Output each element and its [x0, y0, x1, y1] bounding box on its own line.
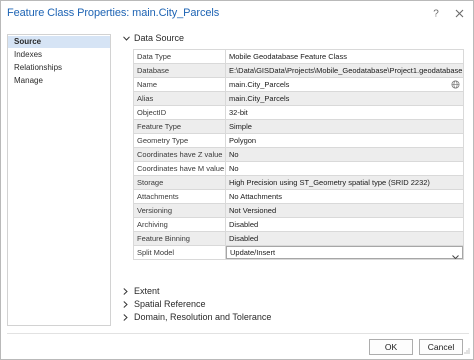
property-key: Feature Type: [134, 120, 226, 133]
extent-section[interactable]: Extent: [123, 285, 160, 297]
chevron-right-icon: [123, 287, 132, 295]
sidebar-nav: Source Indexes Relationships Manage: [7, 34, 111, 326]
property-key: ObjectID: [134, 106, 226, 119]
sidebar-item-relationships[interactable]: Relationships: [8, 62, 110, 74]
property-key: Data Type: [134, 50, 226, 63]
property-value: High Precision using ST_Geometry spatial…: [226, 176, 464, 189]
chevron-right-icon: [123, 313, 132, 321]
chevron-down-icon: [123, 35, 132, 41]
property-value: Mobile Geodatabase Feature Class: [226, 50, 464, 63]
property-key: Coordinates have Z value: [134, 148, 226, 161]
properties-panel: Data Source Data Type Mobile Geodatabase…: [119, 29, 469, 329]
property-value: No: [226, 148, 464, 161]
resize-grip-icon[interactable]: [464, 347, 470, 356]
table-row: Split Model Update/Insert: [134, 246, 464, 260]
property-value: 32-bit: [226, 106, 464, 119]
sidebar-item-manage[interactable]: Manage: [8, 75, 110, 87]
window-title: Feature Class Properties: main.City_Parc…: [7, 7, 220, 19]
section-title: Data Source: [134, 33, 185, 43]
table-row: Alias main.City_Parcels: [134, 92, 464, 106]
property-value: Disabled: [226, 218, 464, 231]
property-value: Simple: [226, 120, 464, 133]
property-key: Feature Binning: [134, 232, 226, 245]
data-source-header[interactable]: Data Source: [123, 32, 184, 44]
split-model-value: Update/Insert: [230, 248, 276, 257]
table-row: Geometry Type Polygon: [134, 134, 464, 148]
sidebar-item-source[interactable]: Source: [8, 36, 110, 48]
footer-divider: [7, 333, 469, 334]
property-value: Disabled: [226, 232, 464, 245]
property-value: main.City_Parcels: [226, 92, 464, 105]
dialog-window: Feature Class Properties: main.City_Parc…: [0, 0, 474, 360]
property-key: Storage: [134, 176, 226, 189]
split-model-cell: Update/Insert: [226, 246, 464, 259]
table-row: Storage High Precision using ST_Geometry…: [134, 176, 464, 190]
close-icon: [455, 9, 464, 18]
table-row: Coordinates have Z value No: [134, 148, 464, 162]
property-key: Split Model: [134, 246, 226, 259]
globe-icon[interactable]: [451, 80, 460, 91]
section-title: Extent: [134, 286, 160, 296]
split-model-select[interactable]: Update/Insert: [226, 246, 463, 259]
table-row: Feature Binning Disabled: [134, 232, 464, 246]
table-row: Versioning Not Versioned: [134, 204, 464, 218]
spatial-reference-section[interactable]: Spatial Reference: [123, 298, 206, 310]
property-value: Not Versioned: [226, 204, 464, 217]
domain-section[interactable]: Domain, Resolution and Tolerance: [123, 311, 271, 323]
table-row: Archiving Disabled: [134, 218, 464, 232]
table-row: Name main.City_Parcels: [134, 78, 464, 92]
property-key: Name: [134, 78, 226, 91]
property-key: Geometry Type: [134, 134, 226, 147]
table-row: Feature Type Simple: [134, 120, 464, 134]
name-value: main.City_Parcels: [229, 80, 290, 89]
table-row: Attachments No Attachments: [134, 190, 464, 204]
chevron-right-icon: [123, 300, 132, 308]
property-value: Polygon: [226, 134, 464, 147]
name-field[interactable]: main.City_Parcels: [226, 78, 464, 91]
title-bar[interactable]: Feature Class Properties: main.City_Parc…: [1, 1, 473, 25]
property-key: Coordinates have M value: [134, 162, 226, 175]
table-row: Coordinates have M value No: [134, 162, 464, 176]
close-button[interactable]: [450, 4, 468, 22]
property-key: Versioning: [134, 204, 226, 217]
property-value: E:\Data\GISData\Projects\Mobile_Geodatab…: [226, 64, 464, 77]
property-key: Alias: [134, 92, 226, 105]
help-icon: ?: [431, 8, 441, 19]
section-title: Spatial Reference: [134, 299, 206, 309]
table-row: Database E:\Data\GISData\Projects\Mobile…: [134, 64, 464, 78]
property-value: No: [226, 162, 464, 175]
section-title: Domain, Resolution and Tolerance: [134, 312, 272, 322]
data-source-table: Data Type Mobile Geodatabase Feature Cla…: [133, 49, 464, 260]
sidebar-item-indexes[interactable]: Indexes: [8, 49, 110, 61]
table-row: ObjectID 32-bit: [134, 106, 464, 120]
dropdown-arrow-icon: [452, 251, 459, 259]
cancel-button[interactable]: Cancel: [419, 339, 463, 355]
table-row: Data Type Mobile Geodatabase Feature Cla…: [134, 50, 464, 64]
property-key: Archiving: [134, 218, 226, 231]
property-key: Attachments: [134, 190, 226, 203]
svg-text:?: ?: [433, 9, 439, 19]
property-key: Database: [134, 64, 226, 77]
property-value: No Attachments: [226, 190, 464, 203]
ok-button[interactable]: OK: [369, 339, 413, 355]
help-button[interactable]: ?: [427, 4, 445, 22]
